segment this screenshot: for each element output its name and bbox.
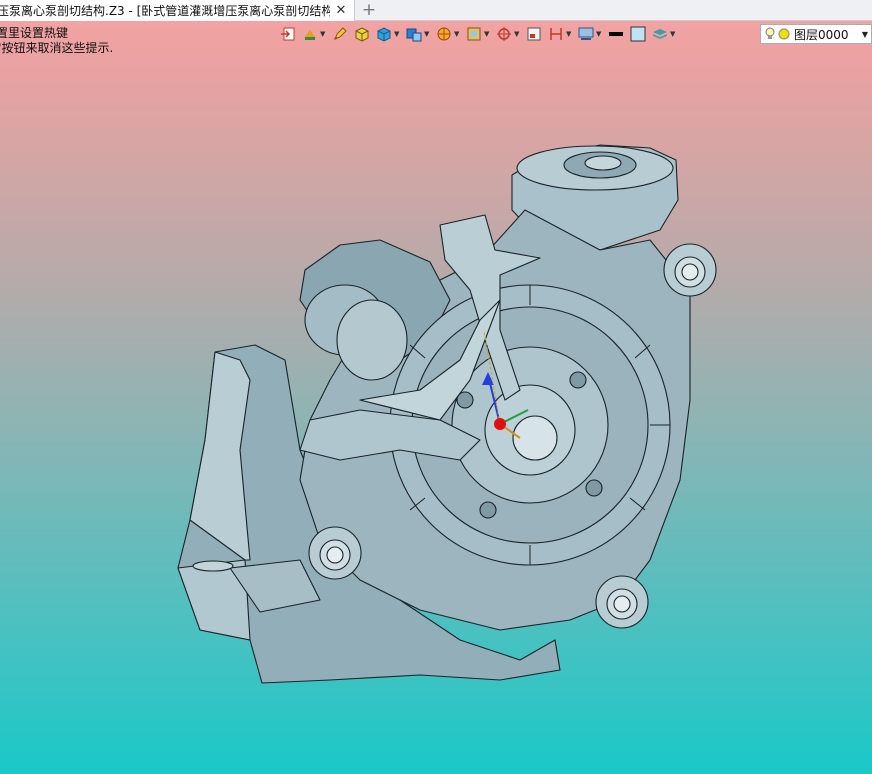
chevron-down-icon[interactable]: ▼ <box>862 30 868 39</box>
cube-button[interactable]: ▼ <box>376 24 400 44</box>
dimension-button[interactable]: ▼ <box>548 24 572 44</box>
chevron-down-icon[interactable]: ▼ <box>514 30 520 38</box>
cube-icon <box>377 27 391 42</box>
lightbulb-icon <box>765 27 775 39</box>
document-tab[interactable]: 压泵离心泵剖切结构.Z3 - [卧式管道灌溉增压泵离心泵剖切结构] ✕ <box>0 0 355 21</box>
layer-label: 图层0000 <box>794 27 849 42</box>
exit-button[interactable] <box>280 24 296 44</box>
fill-color-icon <box>630 26 646 42</box>
render-icon <box>437 27 451 41</box>
axis-button[interactable]: ▼ <box>496 24 520 44</box>
frame-button[interactable] <box>526 24 542 44</box>
chevron-down-icon[interactable]: ▼ <box>670 30 676 38</box>
chevron-down-icon[interactable]: ▼ <box>424 30 430 38</box>
chevron-down-icon[interactable]: ▼ <box>454 30 460 38</box>
exit-icon <box>281 27 295 41</box>
render-button[interactable]: ▼ <box>436 24 460 44</box>
chevron-down-icon[interactable]: ▼ <box>320 30 326 38</box>
view-cube-button[interactable]: ▼ <box>406 24 430 44</box>
tab-title: 压泵离心泵剖切结构.Z3 - [卧式管道灌溉增压泵离心泵剖切结构] <box>0 4 330 18</box>
line-color-icon <box>609 32 623 36</box>
chevron-down-icon[interactable]: ▼ <box>596 30 602 38</box>
chevron-down-icon[interactable]: ▼ <box>484 30 490 38</box>
view-toolbar: ▼ ▼ ▼ ▼ ▼ ▼ ▼ ▼ ▼ <box>280 23 682 45</box>
hint-line-1: 置里设置热键 <box>0 26 69 40</box>
display-button[interactable]: ▼ <box>466 24 490 44</box>
close-icon[interactable]: ✕ <box>334 3 348 18</box>
chevron-down-icon[interactable]: ▼ <box>394 30 400 38</box>
layer-stack-button[interactable]: ▼ <box>652 24 676 44</box>
pen-button[interactable] <box>332 24 348 44</box>
view-cube-icon <box>406 28 422 42</box>
display-icon <box>467 27 481 41</box>
layer-select[interactable]: 图层0000 ▼ <box>760 24 872 44</box>
pen-icon <box>334 27 347 40</box>
box-button[interactable] <box>354 24 370 44</box>
graphics-viewport[interactable] <box>0 46 872 774</box>
box-icon <box>355 27 369 42</box>
chevron-down-icon[interactable]: ▼ <box>566 30 572 38</box>
axis-icon <box>497 27 511 41</box>
pump-cutaway-model[interactable] <box>0 46 872 774</box>
dimension-icon <box>550 28 562 40</box>
tree-button[interactable]: ▼ <box>302 24 326 44</box>
filter-icon <box>578 27 594 40</box>
tab-bar: 压泵离心泵剖切结构.Z3 - [卧式管道灌溉增压泵离心泵剖切结构] ✕ + <box>0 0 872 21</box>
frame-icon <box>527 27 541 41</box>
line-color-button[interactable] <box>608 24 624 44</box>
layer-color-dot-icon <box>778 28 790 40</box>
layer-stack-icon <box>652 29 668 39</box>
plus-icon[interactable]: + <box>355 0 383 20</box>
fill-color-button[interactable] <box>630 24 646 44</box>
filter-button[interactable]: ▼ <box>578 24 602 44</box>
tree-icon <box>304 30 316 40</box>
